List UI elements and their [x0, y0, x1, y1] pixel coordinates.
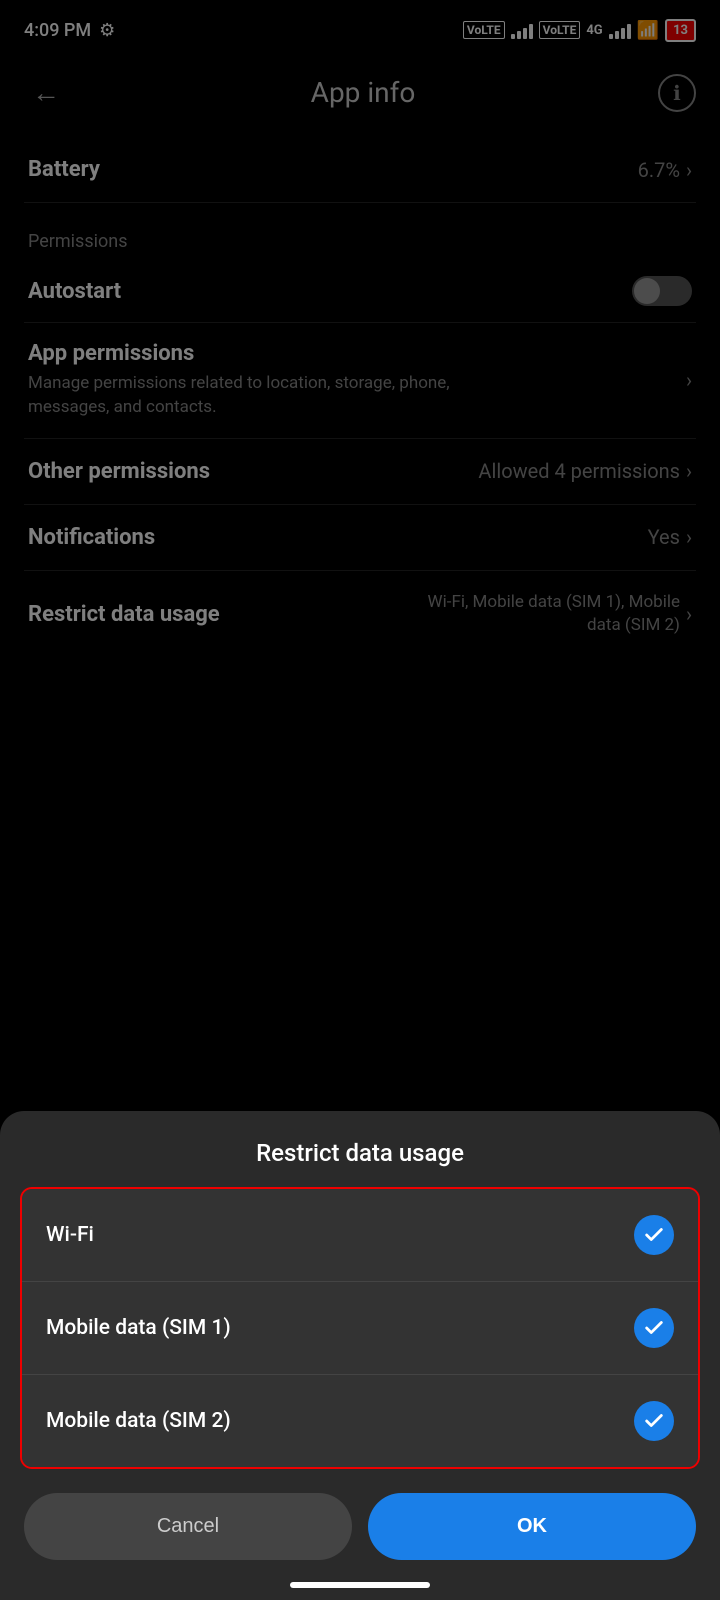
ok-button[interactable]: OK — [368, 1493, 696, 1560]
checkmark-icon-sim2 — [643, 1410, 665, 1432]
modal-title: Restrict data usage — [0, 1111, 720, 1187]
wifi-checkbox[interactable] — [634, 1215, 674, 1255]
sim1-label: Mobile data (SIM 1) — [46, 1316, 231, 1340]
sim2-checkbox[interactable] — [634, 1401, 674, 1441]
modal-buttons: Cancel OK — [0, 1493, 720, 1560]
wifi-label: Wi-Fi — [46, 1223, 94, 1247]
cancel-button[interactable]: Cancel — [24, 1493, 352, 1560]
sim2-checkbox-item[interactable]: Mobile data (SIM 2) — [22, 1374, 698, 1467]
sim1-checkbox[interactable] — [634, 1308, 674, 1348]
modal-sheet: Restrict data usage Wi-Fi Mobile data (S… — [0, 1111, 720, 1600]
checkmark-icon-sim1 — [643, 1317, 665, 1339]
wifi-checkbox-item[interactable]: Wi-Fi — [22, 1189, 698, 1281]
sim2-label: Mobile data (SIM 2) — [46, 1409, 231, 1433]
sim1-checkbox-item[interactable]: Mobile data (SIM 1) — [22, 1281, 698, 1374]
checkbox-list: Wi-Fi Mobile data (SIM 1) Mobile data (S… — [20, 1187, 700, 1469]
checkmark-icon — [643, 1224, 665, 1246]
home-indicator — [290, 1582, 430, 1588]
